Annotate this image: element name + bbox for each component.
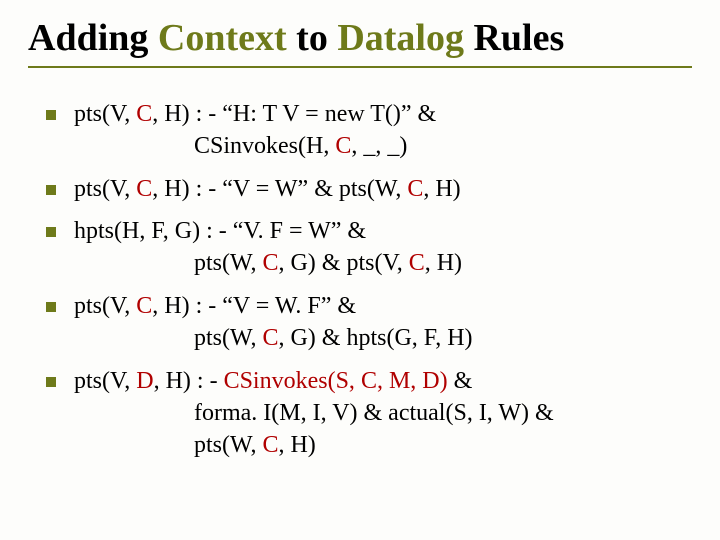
b1-post: , H) : - “H: T V = new T()” & [152, 101, 436, 127]
b5-red3: D [422, 368, 439, 394]
b5-red1: D [136, 368, 153, 394]
b2-post: , H) [423, 176, 460, 202]
bullet-1: pts(V, C, H) : - “H: T V = new T()” & CS… [46, 98, 692, 163]
b2-red2: C [407, 176, 423, 202]
b3-cont-pre: pts(W, [194, 250, 262, 276]
b4-text: pts(V, C, H) : - “V = W. F” & [74, 293, 356, 319]
slide-title: Adding Context to Datalog Rules [28, 18, 692, 60]
bullet-list: pts(V, C, H) : - “H: T V = new T()” & CS… [46, 98, 692, 462]
b1-cont-red: C [335, 133, 351, 159]
b4-post: , H) : - “V = W. F” & [152, 293, 356, 319]
b2-pre: pts(V, [74, 176, 136, 202]
b1-cont-pre: CSinvokes(H, [194, 133, 335, 159]
b2-text: pts(V, C, H) : - “V = W” & pts(W, C, H) [74, 176, 461, 202]
b1-pre: pts(V, [74, 101, 136, 127]
b5-cont2-red: C [262, 432, 278, 458]
b4-pre: pts(V, [74, 293, 136, 319]
title-underline [28, 66, 692, 68]
b5-cont1: forma. I(M, I, V) & actual(S, I, W) & [74, 397, 692, 429]
b5-mid-pre: CSinvokes(S, [224, 368, 361, 394]
b4-cont-post: , G) & hpts(G, F, H) [278, 325, 472, 351]
bullet-3: hpts(H, F, G) : - “V. F = W” & pts(W, C,… [46, 215, 692, 280]
b1-cont-post: , _, _) [351, 133, 407, 159]
b3-cont: pts(W, C, G) & pts(V, C, H) [74, 247, 692, 279]
title-word-3: to [296, 17, 328, 59]
title-word-5: Rules [473, 17, 564, 59]
b5-post: & [448, 368, 473, 394]
b4-cont-red: C [262, 325, 278, 351]
b1-cont: CSinvokes(H, C, _, _) [74, 130, 692, 162]
b5-text: pts(V, D, H) : - CSinvokes(S, C, M, D) & [74, 368, 472, 394]
b2-mid: , H) : - “V = W” & pts(W, [152, 176, 407, 202]
title-word-2: Context [158, 17, 287, 59]
b5-cont2: pts(W, C, H) [74, 429, 692, 461]
b3-cont-red2: C [409, 250, 425, 276]
b2-red1: C [136, 176, 152, 202]
b3-cont-post: , H) [425, 250, 462, 276]
bullet-4: pts(V, C, H) : - “V = W. F” & pts(W, C, … [46, 290, 692, 355]
b5-mid-post: ) [440, 368, 448, 394]
b5-mid-mid: , M, [377, 368, 422, 394]
b5-cont2-pre: pts(W, [194, 432, 262, 458]
b4-cont: pts(W, C, G) & hpts(G, F, H) [74, 322, 692, 354]
b5-pre: pts(V, [74, 368, 136, 394]
b1-red: C [136, 101, 152, 127]
b5-cont2-post: , H) [278, 432, 315, 458]
b4-cont-pre: pts(W, [194, 325, 262, 351]
bullet-2: pts(V, C, H) : - “V = W” & pts(W, C, H) [46, 173, 692, 205]
title-word-4: Datalog [337, 17, 464, 59]
b1-text: pts(V, C, H) : - “H: T V = new T()” & [74, 101, 436, 127]
b3-line1: hpts(H, F, G) : - “V. F = W” & [74, 218, 366, 244]
b3-cont-mid: , G) & pts(V, [278, 250, 408, 276]
b3-cont-red1: C [262, 250, 278, 276]
b4-red: C [136, 293, 152, 319]
b5-red2: C [361, 368, 377, 394]
slide: Adding Context to Datalog Rules pts(V, C… [0, 0, 720, 540]
bullet-5: pts(V, D, H) : - CSinvokes(S, C, M, D) &… [46, 365, 692, 462]
title-word-1: Adding [28, 17, 148, 59]
b5-mid1: , H) : - [154, 368, 224, 394]
b5-redcall: CSinvokes(S, C, M, D) [224, 368, 448, 394]
